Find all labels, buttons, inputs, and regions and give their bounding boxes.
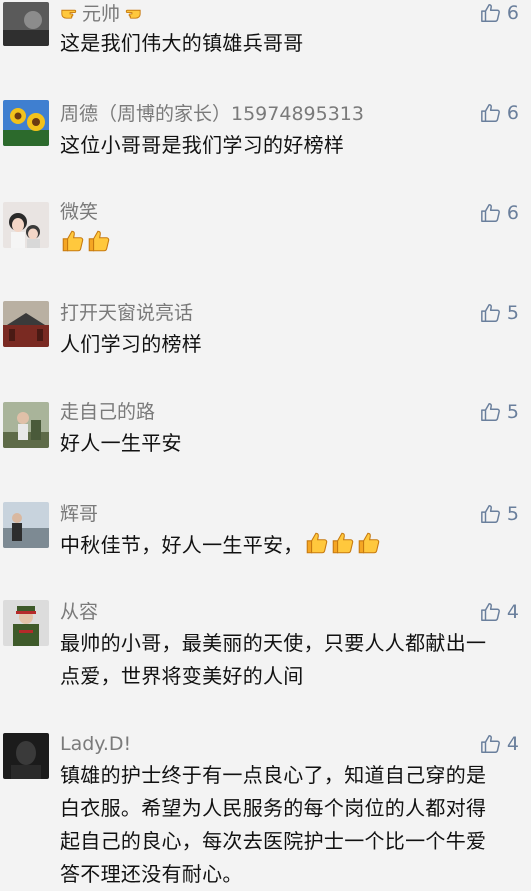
thumbs-up-emoji xyxy=(60,228,86,264)
thumbs-up-icon xyxy=(480,102,502,124)
thumbs-up-icon xyxy=(480,503,502,525)
comment-text: 好人一生平安 xyxy=(60,431,182,455)
comment-text: 镇雄的护士终于有一点良心了，知道自己穿的是白衣服。希望为人民服务的每个岗位的人都… xyxy=(60,763,487,886)
comment-text: 这是我们伟大的镇雄兵哥哥 xyxy=(60,31,304,55)
thumbs-up-emoji xyxy=(86,228,112,264)
pointing-hand-emoji xyxy=(120,2,142,30)
avatar[interactable] xyxy=(3,733,49,779)
avatar[interactable] xyxy=(3,100,49,146)
thumbs-up-icon xyxy=(480,401,502,423)
like-count: 5 xyxy=(506,401,519,423)
thumbs-up-emoji xyxy=(330,530,356,566)
thumbs-up-emoji xyxy=(304,530,330,566)
comment-author[interactable]: 走自己的路 xyxy=(60,400,155,424)
like-count: 6 xyxy=(506,202,519,224)
comment-author[interactable]: 元帅 xyxy=(60,2,142,30)
comment-text: 中秋佳节，好人一生平安， xyxy=(60,529,502,566)
like-count: 4 xyxy=(506,601,519,623)
like-count: 5 xyxy=(506,302,519,324)
thumbs-up-emoji xyxy=(356,530,382,566)
comment-author[interactable]: 打开天窗说亮话 xyxy=(60,301,193,325)
like-button[interactable]: 5 xyxy=(480,503,519,525)
avatar[interactable] xyxy=(3,502,49,548)
like-button[interactable]: 4 xyxy=(480,733,519,755)
comment-author[interactable]: 周德（周博的家长）15974895313 xyxy=(60,102,364,126)
like-button[interactable]: 6 xyxy=(480,102,519,124)
comment-author[interactable]: 从容 xyxy=(60,600,98,624)
avatar[interactable] xyxy=(3,301,49,347)
like-button[interactable]: 4 xyxy=(480,601,519,623)
avatar[interactable] xyxy=(3,600,49,646)
comment-text xyxy=(60,227,502,264)
thumbs-up-icon xyxy=(480,601,502,623)
like-button[interactable]: 5 xyxy=(480,302,519,324)
comment-author[interactable]: 辉哥 xyxy=(60,502,98,526)
thumbs-up-icon xyxy=(480,202,502,224)
like-count: 4 xyxy=(506,733,519,755)
pointing-hand-emoji xyxy=(60,2,82,30)
comment-text: 最帅的小哥，最美丽的天使，只要人人都献出一点爱，世界将变美好的人间 xyxy=(60,631,487,688)
comment-author[interactable]: 微笑 xyxy=(60,200,98,224)
like-button[interactable]: 6 xyxy=(480,2,519,24)
avatar[interactable] xyxy=(3,402,49,448)
like-button[interactable]: 5 xyxy=(480,401,519,423)
thumbs-up-icon xyxy=(480,2,502,24)
thumbs-up-icon xyxy=(480,733,502,755)
like-count: 5 xyxy=(506,503,519,525)
like-count: 6 xyxy=(506,2,519,24)
comment-text: 人们学习的榜样 xyxy=(60,332,203,356)
avatar[interactable] xyxy=(3,202,49,248)
like-count: 6 xyxy=(506,102,519,124)
comment-text: 这位小哥哥是我们学习的好榜样 xyxy=(60,133,345,157)
like-button[interactable]: 6 xyxy=(480,202,519,224)
thumbs-up-icon xyxy=(480,302,502,324)
avatar[interactable] xyxy=(3,2,49,46)
comment-author[interactable]: Lady.D! xyxy=(60,732,131,756)
